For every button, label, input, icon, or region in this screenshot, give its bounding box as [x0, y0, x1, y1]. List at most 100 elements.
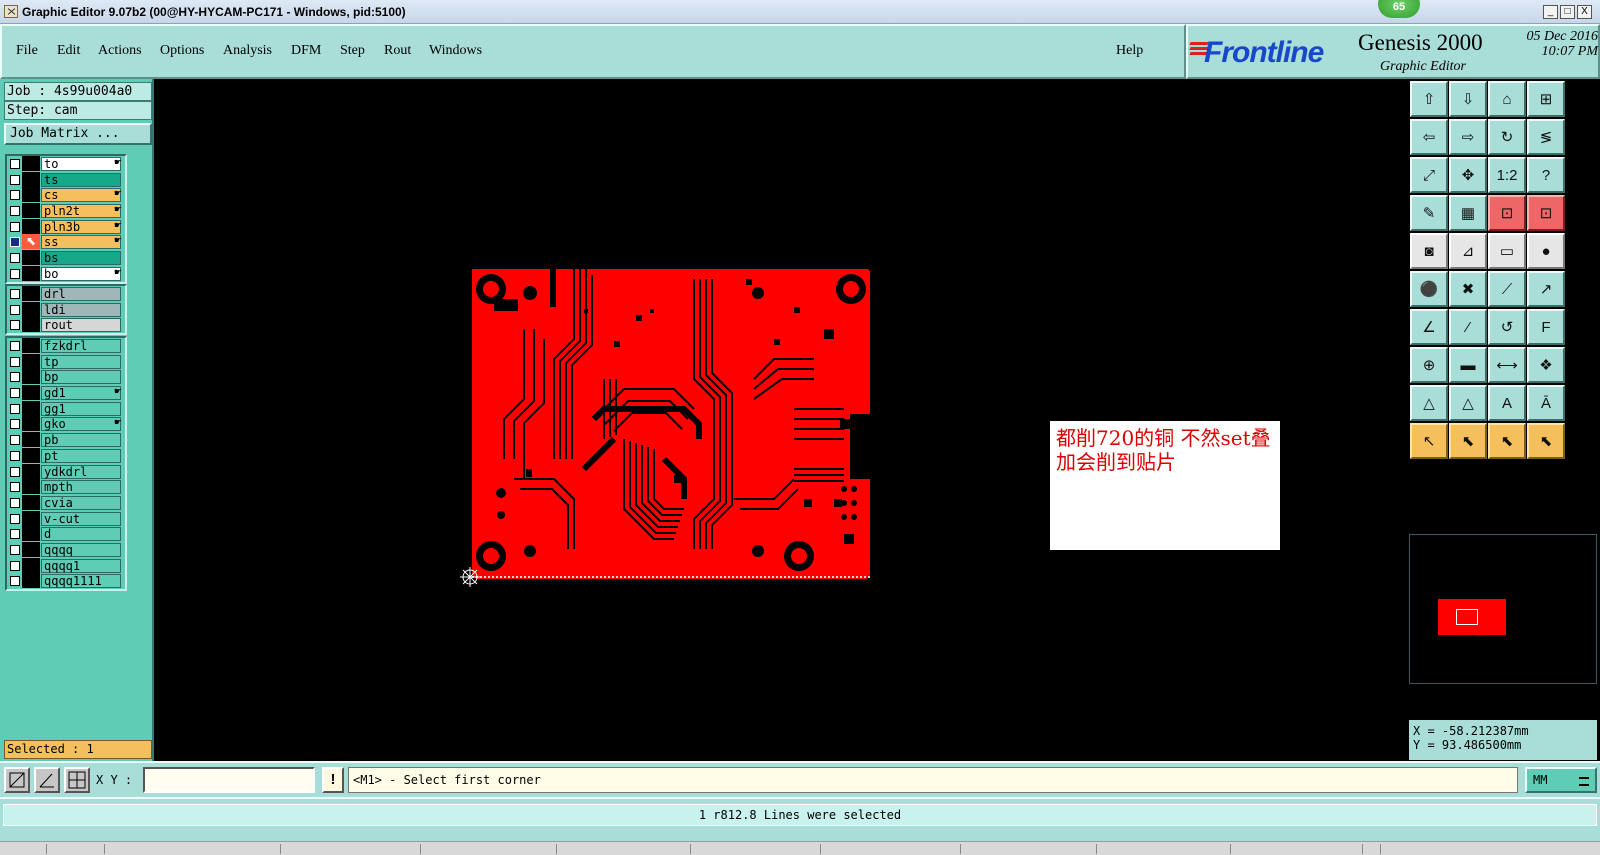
layer-row-bp[interactable]: bp: [7, 369, 125, 385]
layer-row-v-cut[interactable]: v-cut: [7, 510, 125, 527]
fit-icon[interactable]: ⤢: [1410, 157, 1448, 193]
layer-row-pb[interactable]: pb: [7, 432, 125, 448]
triangle-icon[interactable]: △: [1410, 385, 1448, 421]
layer-name[interactable]: mpth: [41, 480, 121, 495]
layer-row-tp[interactable]: tp: [7, 353, 125, 370]
layer-status-cell[interactable]: [22, 156, 40, 171]
layer-row-to[interactable]: to ☛: [7, 156, 125, 172]
xy-input[interactable]: [143, 767, 315, 793]
layer-checkbox[interactable]: [10, 190, 20, 201]
layer-name[interactable]: qqqq1111: [41, 574, 121, 589]
window-icon[interactable]: ⊞: [1527, 81, 1565, 117]
layer-row-qqqq1111[interactable]: qqqq1111: [7, 573, 125, 589]
layer-status-cell[interactable]: [22, 541, 40, 557]
layer-row-mpth[interactable]: mpth: [7, 479, 125, 495]
layer-name[interactable]: pln3b: [41, 219, 121, 234]
layer-row-fzkdrl[interactable]: fzkdrl: [7, 338, 125, 354]
layer-checkbox[interactable]: [10, 341, 20, 351]
layer-name[interactable]: qqqq1: [41, 558, 121, 573]
layer-checkbox[interactable]: [10, 356, 20, 367]
layer-name[interactable]: pb: [41, 433, 121, 448]
menu-file[interactable]: File: [16, 43, 38, 59]
layer-row-drl[interactable]: drl: [7, 286, 125, 302]
arrow-line-icon[interactable]: ↗: [1527, 271, 1565, 307]
layer-checkbox[interactable]: [10, 529, 20, 540]
zoom-home-icon[interactable]: ⇧: [1410, 81, 1448, 117]
layer-name[interactable]: drl: [41, 287, 121, 301]
layer-name[interactable]: ts: [41, 172, 121, 187]
menu-options[interactable]: Options: [160, 43, 204, 59]
layer-status-cell[interactable]: [22, 510, 40, 526]
layer-row-d[interactable]: d: [7, 526, 125, 542]
layer-status-cell[interactable]: [22, 353, 40, 369]
layer-checkbox[interactable]: [10, 372, 20, 383]
layer-checkbox[interactable]: [10, 206, 20, 217]
layer-checkbox[interactable]: [10, 576, 20, 587]
layer-status-cell[interactable]: [22, 203, 40, 219]
angle-mode-icon[interactable]: [34, 767, 60, 793]
snap-mode-icon[interactable]: [4, 767, 30, 793]
layer-row-pln2t[interactable]: pln2t ☛: [7, 203, 125, 219]
layer-status-cell[interactable]: [22, 479, 40, 495]
menu-analysis[interactable]: Analysis: [223, 43, 272, 59]
layer-name[interactable]: pln2t: [41, 204, 121, 219]
layer-status-cell[interactable]: [22, 171, 40, 187]
layer-row-qqqq[interactable]: qqqq: [7, 541, 125, 558]
help-icon[interactable]: ?: [1527, 157, 1565, 193]
layer-name[interactable]: cs: [41, 188, 121, 203]
span-icon[interactable]: ⟷: [1488, 347, 1526, 383]
units-select[interactable]: MM: [1525, 767, 1597, 793]
letter-a2-icon[interactable]: Ā: [1527, 385, 1565, 421]
layer-status-cell[interactable]: [22, 447, 40, 463]
features-icon[interactable]: ◙: [1410, 233, 1448, 269]
snap-icon[interactable]: ≶: [1527, 119, 1565, 155]
layer-name[interactable]: ss: [41, 235, 121, 250]
menu-dfm[interactable]: DFM: [291, 43, 321, 59]
layer-checkbox[interactable]: [10, 159, 20, 169]
layer-checkbox[interactable]: [10, 237, 20, 248]
layer-checkbox[interactable]: [10, 435, 20, 446]
one-to-two-icon[interactable]: 1:2: [1488, 157, 1526, 193]
layer-name[interactable]: ydkdrl: [41, 464, 121, 479]
layer-name[interactable]: ldi: [41, 302, 121, 317]
grid-snap-icon[interactable]: [64, 767, 90, 793]
layer-checkbox[interactable]: [10, 497, 20, 508]
layer-row-bs[interactable]: bs: [7, 250, 125, 266]
layer-row-cvia[interactable]: cvia: [7, 494, 125, 511]
text-icon[interactable]: F: [1527, 309, 1565, 345]
layer-name[interactable]: pt: [41, 448, 121, 463]
menu-step[interactable]: Step: [340, 43, 365, 59]
layer-checkbox[interactable]: [10, 482, 20, 493]
layer-name[interactable]: bo: [41, 266, 121, 281]
home-view-icon[interactable]: ⌂: [1488, 81, 1526, 117]
layer-status-cell[interactable]: [22, 218, 40, 234]
pan-left-icon[interactable]: ⇦: [1410, 119, 1448, 155]
layer-checkbox[interactable]: [10, 320, 20, 331]
layer-status-cell[interactable]: [22, 494, 40, 510]
layer-checkbox[interactable]: [10, 419, 20, 430]
pan-right-icon[interactable]: ⇨: [1449, 119, 1487, 155]
layer-status-cell[interactable]: [22, 573, 40, 589]
layer-checkbox[interactable]: [10, 450, 20, 461]
layer-row-pln3b[interactable]: pln3b ☛: [7, 218, 125, 235]
layer-row-gd1[interactable]: gd1 ☛: [7, 385, 125, 401]
layer-row-cs[interactable]: cs ☛: [7, 187, 125, 203]
layer-status-cell[interactable]: [22, 526, 40, 542]
layer-row-bo[interactable]: bo ☛: [7, 265, 125, 282]
layer-checkbox[interactable]: [10, 304, 20, 315]
layer-status-cell[interactable]: [22, 317, 40, 333]
layer-row-gko[interactable]: gko ☛: [7, 416, 125, 432]
layer-status-cell[interactable]: [22, 265, 40, 281]
measure-icon[interactable]: ⊿: [1449, 233, 1487, 269]
layer-checkbox[interactable]: [10, 221, 20, 232]
layer-checkbox[interactable]: [10, 466, 20, 477]
layer-name[interactable]: fzkdrl: [41, 339, 121, 353]
angle-icon[interactable]: ∠: [1410, 309, 1448, 345]
zoom-down-icon[interactable]: ⇩: [1449, 81, 1487, 117]
layer-row-rout[interactable]: rout: [7, 317, 125, 333]
menu-rout[interactable]: Rout: [384, 43, 411, 59]
layer-status-cell[interactable]: [22, 557, 40, 573]
layer-name[interactable]: tp: [41, 354, 121, 369]
layer-name[interactable]: bs: [41, 251, 121, 266]
cross-icon[interactable]: ✖: [1449, 271, 1487, 307]
